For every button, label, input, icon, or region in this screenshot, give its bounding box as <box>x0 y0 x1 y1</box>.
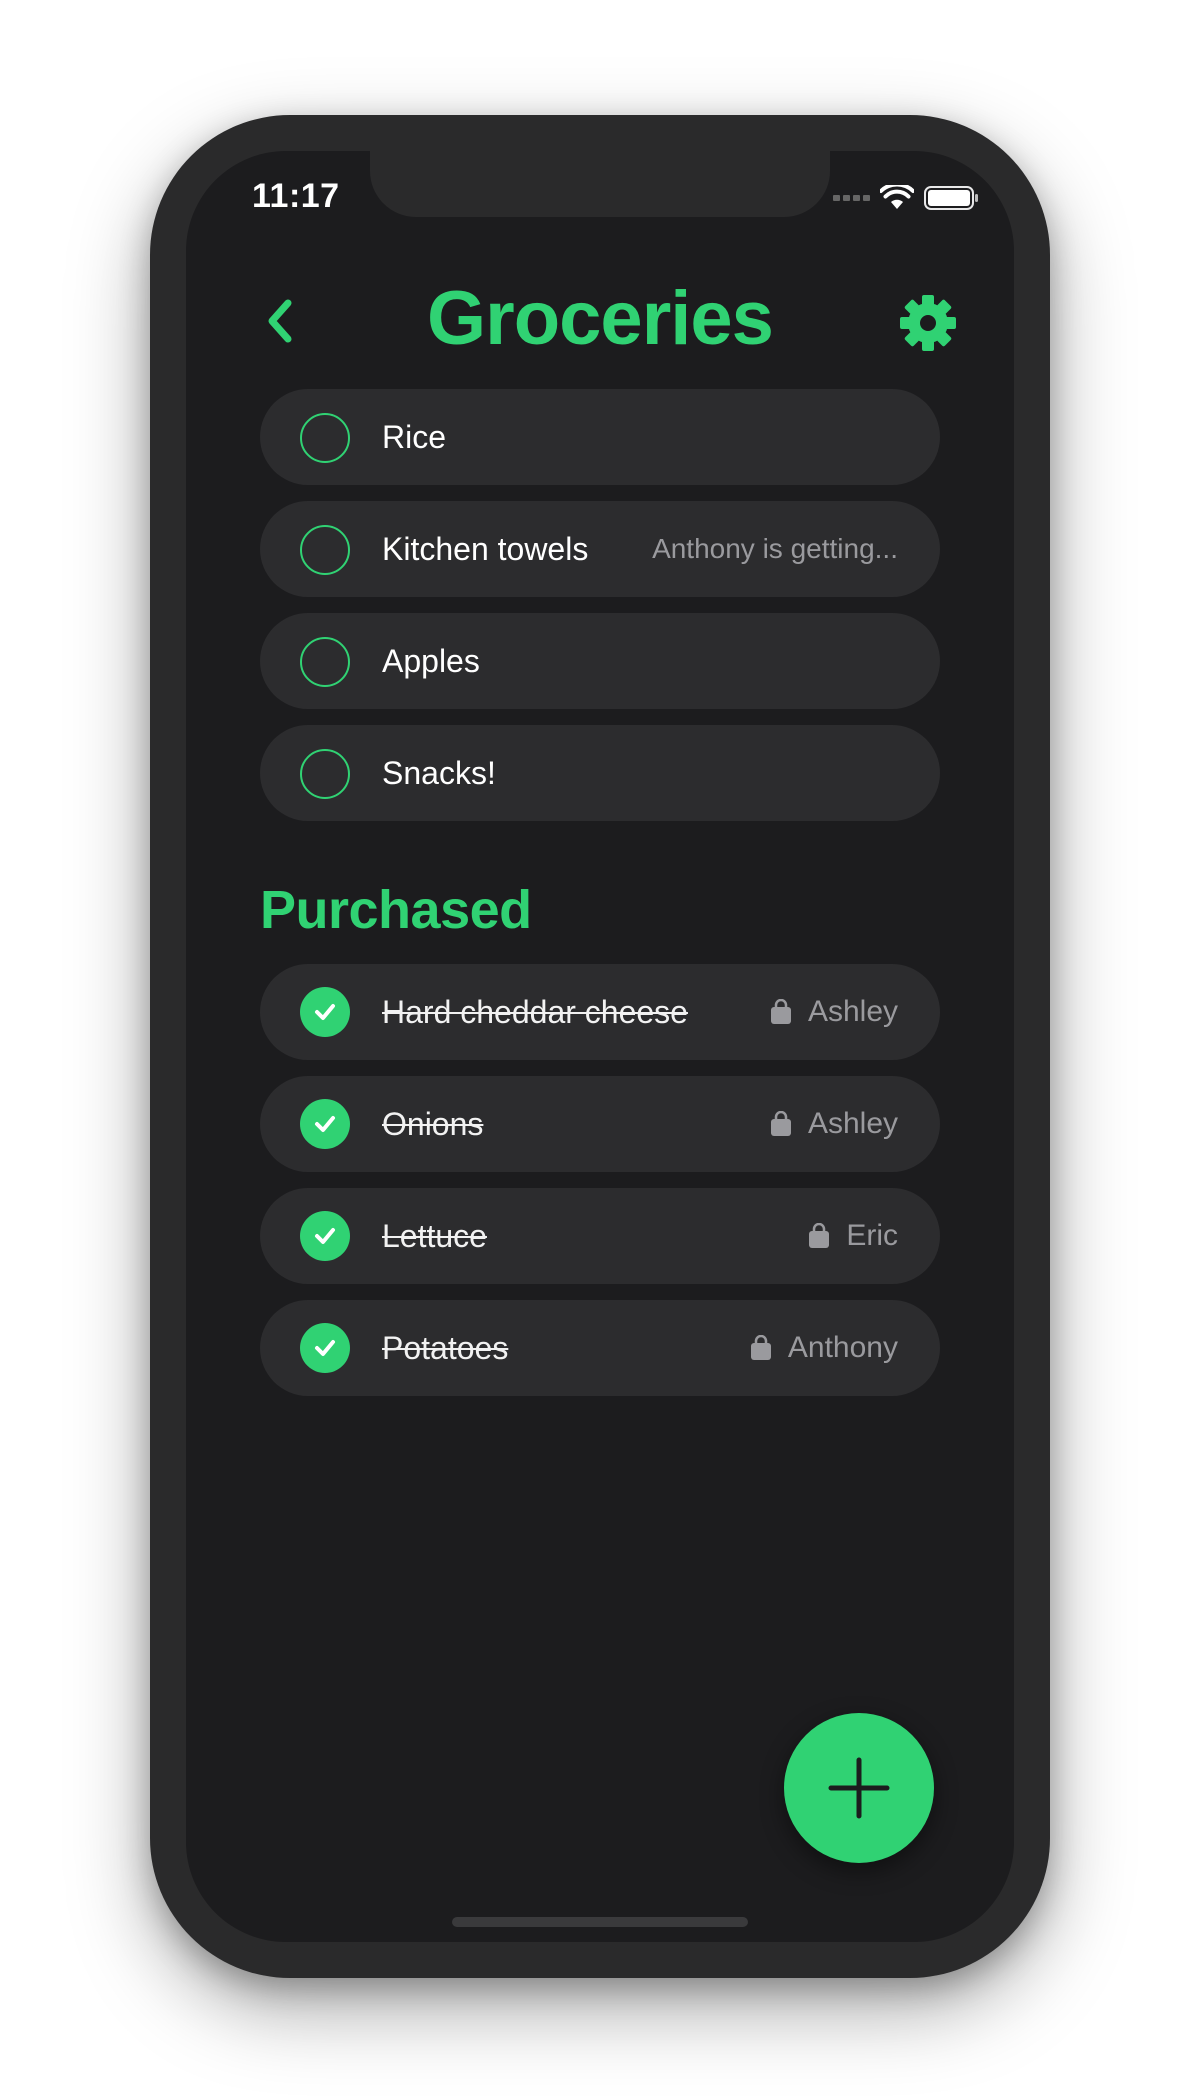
battery-icon <box>924 186 978 210</box>
purchased-list: Hard cheddar cheese Ashley Onions Ashley… <box>260 964 940 1412</box>
list-item[interactable]: Kitchen towels Anthony is getting... <box>260 501 940 597</box>
nav-header: Groceries <box>186 271 1014 371</box>
wifi-icon <box>880 185 914 209</box>
add-item-button[interactable] <box>784 1713 934 1863</box>
item-label: Lettuce <box>382 1218 487 1254</box>
app-screen: 11:17 Groceries Rice Kitchen towels Anth… <box>186 151 1014 1942</box>
buyer-tag: Ashley <box>770 1104 898 1144</box>
buyer-name: Eric <box>846 1219 898 1252</box>
shopping-bag-icon <box>770 1111 791 1136</box>
settings-button[interactable] <box>898 293 958 353</box>
item-label: Rice <box>382 419 447 455</box>
buyer-name: Ashley <box>807 995 898 1028</box>
buyer-tag: Anthony <box>750 1328 898 1368</box>
home-indicator[interactable] <box>452 1917 748 1927</box>
item-label: Apples <box>382 643 480 679</box>
item-note: Anthony is getting... <box>652 533 898 564</box>
unchecked-circle-icon[interactable] <box>300 637 350 687</box>
gear-icon <box>900 295 956 351</box>
todo-list: Rice Kitchen towels Anthony is getting..… <box>260 389 940 837</box>
unchecked-circle-icon[interactable] <box>300 413 350 463</box>
unchecked-circle-icon[interactable] <box>300 525 350 575</box>
unchecked-circle-icon[interactable] <box>300 749 350 799</box>
page-title: Groceries <box>427 276 774 361</box>
list-item[interactable]: Onions Ashley <box>260 1076 940 1172</box>
item-label: Hard cheddar cheese <box>382 994 688 1030</box>
shopping-bag-icon <box>809 1223 830 1248</box>
list-item[interactable]: Apples <box>260 613 940 709</box>
list-item[interactable]: Hard cheddar cheese Ashley <box>260 964 940 1060</box>
checkmark-circle-icon[interactable] <box>300 1211 350 1261</box>
buyer-name: Anthony <box>787 1331 898 1364</box>
checkmark-circle-icon[interactable] <box>300 1323 350 1373</box>
status-icons <box>833 185 980 211</box>
buyer-name: Ashley <box>807 1107 898 1140</box>
item-label: Onions <box>382 1106 484 1142</box>
section-title-purchased: Purchased <box>260 880 532 940</box>
shopping-bag-icon <box>750 1335 771 1360</box>
checkmark-circle-icon[interactable] <box>300 1099 350 1149</box>
item-label: Snacks! <box>382 755 496 791</box>
checkmark-circle-icon[interactable] <box>300 987 350 1037</box>
list-item[interactable]: Snacks! <box>260 725 940 821</box>
stage: 11:17 Groceries Rice Kitchen towels Anth… <box>0 0 1200 2100</box>
buyer-tag: Ashley <box>770 992 898 1032</box>
list-item[interactable]: Lettuce Eric <box>260 1188 940 1284</box>
status-time: 11:17 <box>252 177 340 215</box>
shopping-bag-icon <box>770 999 791 1024</box>
plus-icon <box>828 1757 890 1819</box>
item-label: Kitchen towels <box>382 531 589 567</box>
cellular-signal-icon <box>833 195 870 201</box>
list-item[interactable]: Rice <box>260 389 940 485</box>
list-item[interactable]: Potatoes Anthony <box>260 1300 940 1396</box>
item-label: Potatoes <box>382 1330 509 1366</box>
notch <box>370 151 830 217</box>
buyer-tag: Eric <box>808 1216 898 1256</box>
